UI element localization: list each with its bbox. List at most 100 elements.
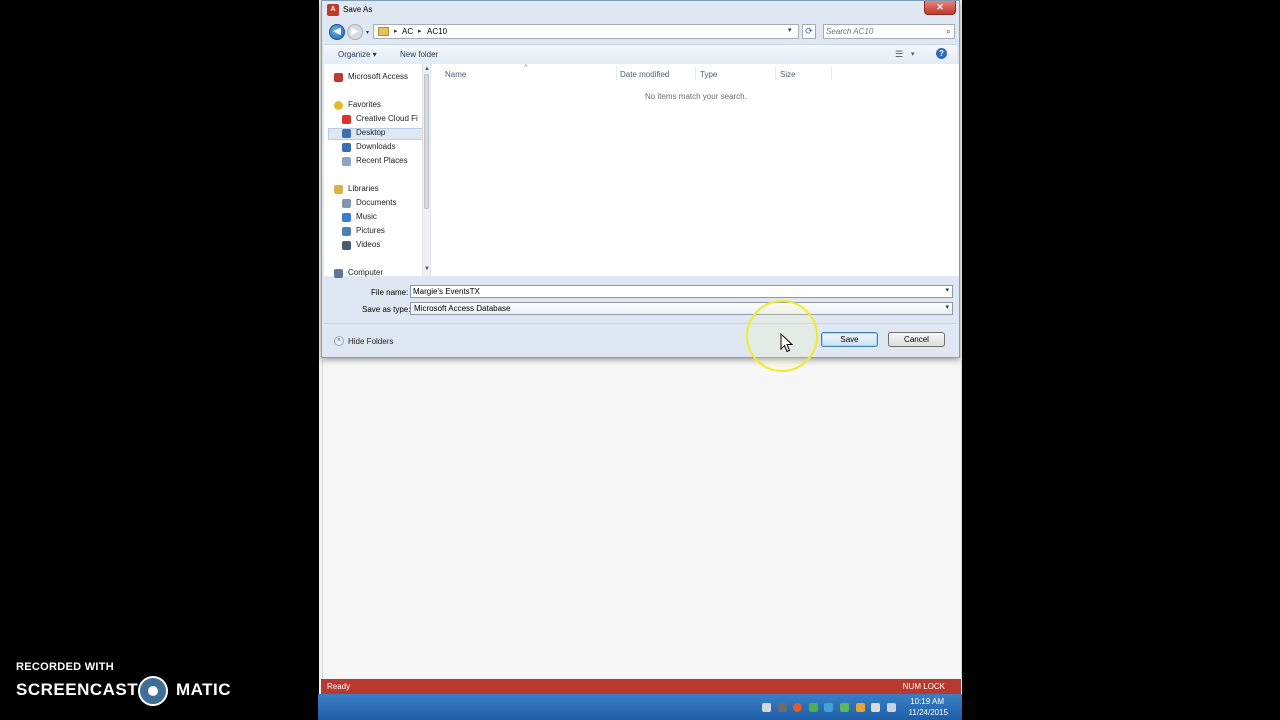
- nav-item-pictures[interactable]: Pictures: [356, 226, 385, 235]
- status-num-lock: NUM LOCK: [902, 682, 945, 691]
- nav-item-recent-places[interactable]: Recent Places: [356, 156, 408, 165]
- navigation-pane: Microsoft Access Favorites Creative Cloud …: [324, 64, 424, 278]
- save-as-type-value: Microsoft Access Database: [414, 304, 511, 313]
- music-icon: [342, 213, 351, 222]
- screencast-logo-icon: [138, 676, 168, 706]
- back-arrow-icon[interactable]: ◀: [329, 24, 345, 40]
- organize-button[interactable]: Organize ▾: [338, 50, 377, 59]
- breadcrumb-ac10[interactable]: AC10: [427, 27, 447, 36]
- tray-sync-icon[interactable]: [824, 703, 833, 712]
- creative-cloud-icon: [342, 115, 351, 124]
- file-list: ˄ Name Date modified Type Size No items …: [431, 64, 959, 276]
- tray-update-icon[interactable]: [793, 703, 802, 712]
- column-header-type[interactable]: Type: [700, 70, 717, 79]
- navigation-scrollbar[interactable]: ▲ ▼: [422, 64, 430, 276]
- scroll-up-icon[interactable]: ▲: [424, 66, 430, 72]
- column-divider[interactable]: [616, 66, 617, 80]
- scrollbar-thumb[interactable]: [424, 74, 429, 209]
- save-as-dialog: A Save As ✕ ◀ ▶ ▾ ▸ AC ▸ AC10 ▾ ⟳ ⌕ Orga…: [321, 0, 960, 358]
- address-bar[interactable]: ▸ AC ▸ AC10 ▾: [373, 24, 799, 39]
- column-divider[interactable]: [695, 66, 696, 80]
- access-app-icon: A: [327, 4, 339, 16]
- column-divider[interactable]: [775, 66, 776, 80]
- pictures-icon: [342, 227, 351, 236]
- search-input[interactable]: [826, 26, 936, 37]
- breadcrumb-separator-icon[interactable]: ▸: [394, 27, 398, 35]
- new-folder-button[interactable]: New folder: [400, 50, 438, 59]
- file-name-input[interactable]: [413, 286, 933, 297]
- close-button[interactable]: ✕: [924, 1, 956, 15]
- column-header-size[interactable]: Size: [780, 70, 796, 79]
- tray-app-icon[interactable]: [778, 703, 787, 712]
- empty-message: No items match your search.: [645, 92, 747, 101]
- scroll-down-icon[interactable]: ▼: [424, 266, 430, 272]
- watermark-screencast: SCREENCAST: [16, 680, 139, 699]
- nav-item-downloads[interactable]: Downloads: [356, 142, 396, 151]
- recent-places-icon: [342, 157, 351, 166]
- save-as-type-label: Save as type:: [362, 305, 411, 314]
- breadcrumb-ac[interactable]: AC: [402, 27, 413, 36]
- address-row: ◀ ▶ ▾ ▸ AC ▸ AC10 ▾ ⟳ ⌕: [322, 21, 959, 43]
- sort-indicator-icon: ˄: [524, 64, 528, 70]
- nav-item-computer[interactable]: Computer: [348, 268, 383, 277]
- libraries-icon: [334, 185, 343, 194]
- column-header-name[interactable]: Name: [445, 70, 466, 79]
- access-icon: [334, 73, 343, 82]
- divider: [324, 323, 957, 324]
- star-icon: [334, 101, 343, 110]
- computer-icon: [334, 269, 343, 278]
- save-button[interactable]: Save: [821, 332, 878, 347]
- nav-item-microsoft-access[interactable]: Microsoft Access: [348, 72, 408, 81]
- clock-time[interactable]: 10:19 AM: [910, 697, 944, 706]
- watermark-recorded-with: RECORDED WITH: [16, 661, 115, 673]
- nav-item-creative-cloud-fi[interactable]: Creative Cloud Fi: [356, 114, 418, 123]
- address-dropdown-icon[interactable]: ▾: [788, 26, 792, 34]
- tray-network-app-icon[interactable]: [840, 703, 849, 712]
- breadcrumb-separator-icon[interactable]: ▸: [418, 27, 422, 35]
- nav-item-desktop[interactable]: Desktop: [356, 128, 385, 137]
- access-workspace: [322, 360, 962, 678]
- documents-icon: [342, 199, 351, 208]
- nav-item-music[interactable]: Music: [356, 212, 377, 221]
- dialog-title: Save As: [343, 5, 373, 14]
- file-name-dropdown-icon[interactable]: ▾: [945, 286, 949, 294]
- column-divider[interactable]: [831, 66, 832, 80]
- views-dropdown-icon[interactable]: ▾: [911, 50, 915, 58]
- title-bar[interactable]: A Save As ✕: [322, 1, 959, 21]
- forward-arrow-icon[interactable]: ▶: [347, 24, 363, 40]
- folder-icon: [378, 27, 389, 36]
- cancel-button[interactable]: Cancel: [888, 332, 945, 347]
- tray-volume-icon[interactable]: [887, 703, 896, 712]
- nav-item-documents[interactable]: Documents: [356, 198, 396, 207]
- search-icon[interactable]: ⌕: [946, 26, 951, 37]
- command-bar: Organize ▾ New folder ☰ ▾ ?: [324, 44, 957, 65]
- save-as-type-dropdown-icon[interactable]: ▾: [945, 303, 949, 311]
- nav-item-libraries[interactable]: Libraries: [348, 184, 379, 193]
- clock-date[interactable]: 11/24/2015: [909, 708, 948, 717]
- column-header-date-modified[interactable]: Date modified: [620, 70, 669, 79]
- tray-security-icon[interactable]: [809, 703, 818, 712]
- help-icon[interactable]: ?: [936, 48, 947, 59]
- status-ready: Ready: [327, 682, 351, 691]
- status-bar: Ready NUM LOCK: [321, 679, 961, 694]
- save-as-type-select[interactable]: Microsoft Access Database ▾: [410, 302, 953, 315]
- hide-folders-button[interactable]: Hide Folders: [348, 337, 393, 346]
- history-dropdown-icon[interactable]: ▾: [366, 29, 369, 36]
- tray-flag-icon[interactable]: [871, 703, 880, 712]
- desktop-icon: [342, 129, 351, 138]
- videos-icon: [342, 241, 351, 250]
- taskbar: 10:19 AM 11/24/2015: [318, 694, 962, 720]
- nav-item-favorites[interactable]: Favorites: [348, 100, 381, 109]
- file-name-label: File name:: [371, 288, 409, 297]
- tray-chevron-icon[interactable]: [762, 703, 771, 712]
- views-icon[interactable]: ☰: [895, 49, 903, 60]
- search-box[interactable]: ⌕: [823, 24, 955, 39]
- nav-item-videos[interactable]: Videos: [356, 240, 380, 249]
- refresh-icon[interactable]: ⟳: [802, 24, 816, 39]
- mouse-cursor-icon: [780, 333, 794, 353]
- file-name-combobox[interactable]: ▾: [410, 285, 953, 298]
- downloads-icon: [342, 143, 351, 152]
- hide-folders-chevron-icon[interactable]: ˄: [334, 336, 344, 346]
- tray-folder-icon[interactable]: [856, 703, 865, 712]
- watermark-matic: MATIC: [176, 680, 232, 699]
